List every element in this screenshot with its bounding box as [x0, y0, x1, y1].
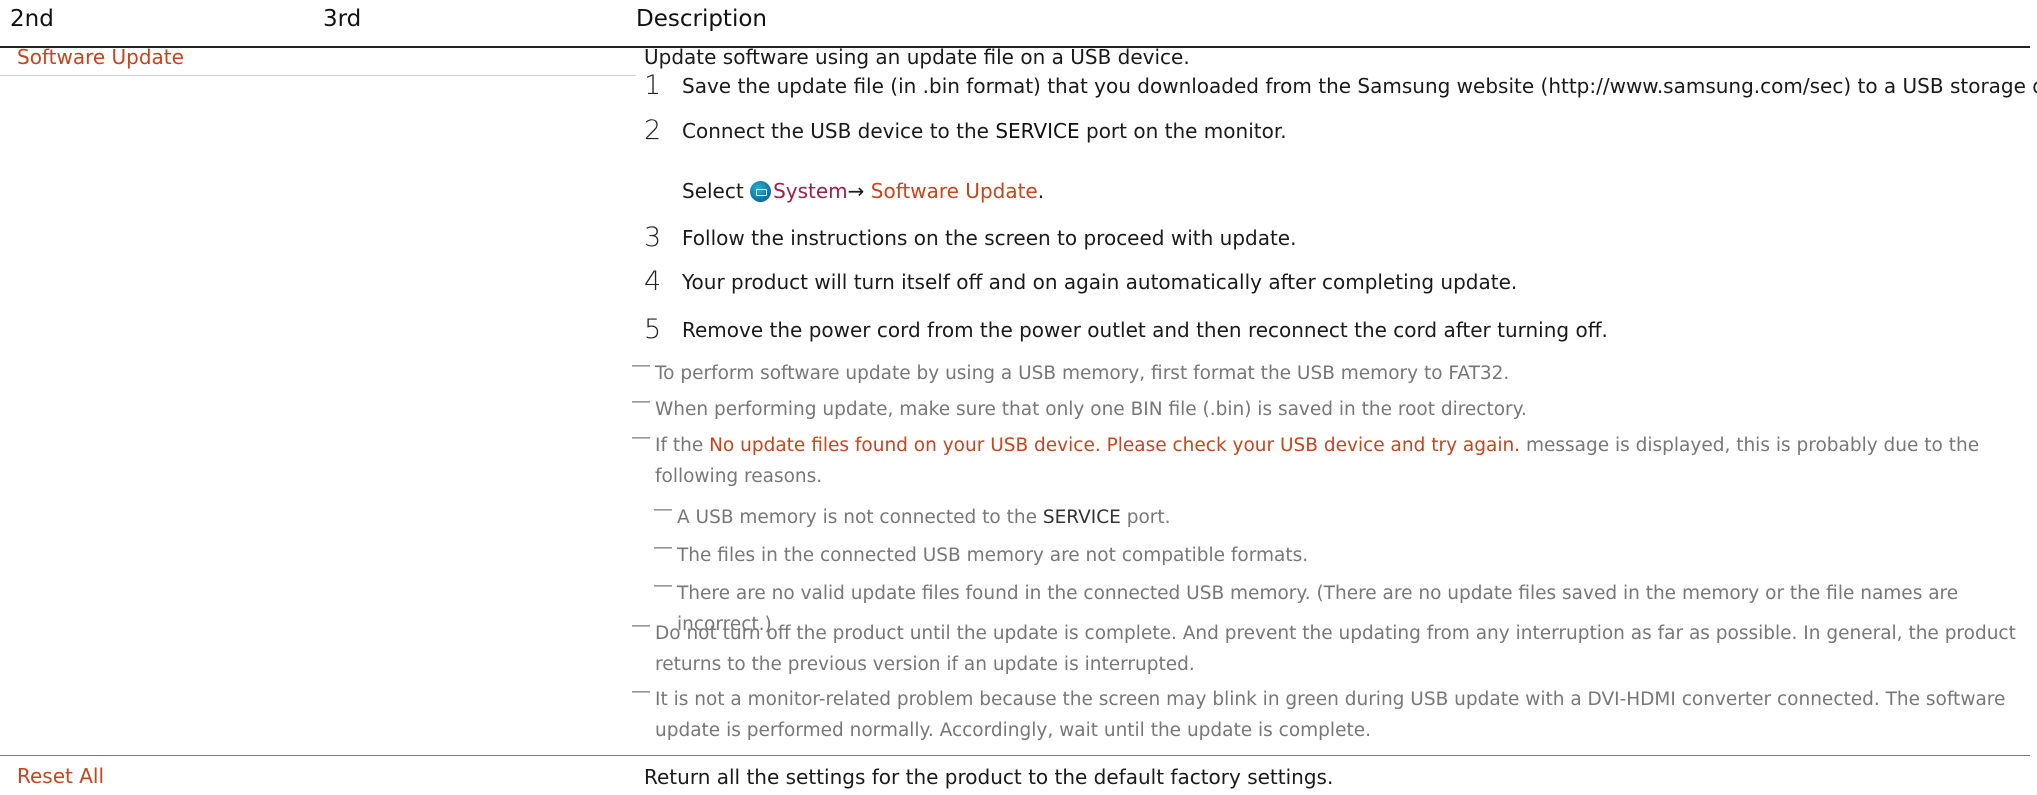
note-dash-icon: ―	[632, 391, 650, 412]
note-no-update-files: ― If the No update files found on your U…	[632, 427, 2024, 492]
note-bin-file: ― When performing update, make sure that…	[632, 391, 2024, 425]
cell-3rd	[323, 48, 636, 76]
note-dash-icon: ―	[632, 355, 650, 376]
system-menu-link[interactable]: System	[773, 179, 848, 203]
column-header-description: Description	[636, 6, 767, 32]
note-reason-not-connected: ― A USB memory is not connected to the S…	[654, 499, 2024, 533]
note-fat32: ― To perform software update by using a …	[632, 355, 2024, 389]
step-number: 5	[644, 314, 662, 345]
service-port-label: SERVICE	[1042, 507, 1121, 528]
step-text: Follow the instructions on the screen to…	[682, 226, 1297, 250]
note-dash-icon: ―	[654, 575, 672, 596]
software-update-menu-link[interactable]: Software Update	[871, 179, 1038, 203]
table-header: 2nd 3rd Description	[0, 0, 2030, 48]
note-reason-incompatible: ― The files in the connected USB memory …	[654, 537, 2024, 571]
step-text: Save the update file (in .bin format) th…	[682, 74, 2037, 98]
note-screen-blink: ― It is not a monitor-related problem be…	[632, 681, 2024, 746]
select-path-line: Select System→ Software Update.	[682, 179, 1045, 203]
note-dash-icon: ―	[632, 615, 650, 636]
error-message-text: No update files found on your USB device…	[709, 435, 1521, 456]
step-text: Connect the USB device to the SERVICE po…	[682, 119, 1287, 143]
step-number: 1	[644, 70, 662, 101]
service-port-label: SERVICE	[995, 119, 1080, 143]
step-text: Remove the power cord from the power out…	[682, 318, 1608, 342]
system-settings-icon	[750, 181, 772, 202]
column-header-2nd: 2nd	[10, 6, 54, 32]
table-row-reset-all: Reset All Return all the settings for th…	[0, 757, 2030, 795]
note-do-not-turn-off: ― Do not turn off the product until the …	[632, 615, 2024, 680]
note-dash-icon: ―	[632, 681, 650, 702]
cell-2nd: Software Update	[0, 45, 323, 76]
column-header-3rd: 3rd	[323, 6, 362, 32]
table-row-software-update: Software Update Update software using an…	[0, 45, 2037, 756]
menu-item-reset-all[interactable]: Reset All	[17, 764, 104, 788]
step-number: 2	[644, 115, 662, 146]
step-text: Your product will turn itself off and on…	[682, 270, 1518, 294]
software-update-intro: Update software using an update file on …	[644, 45, 1190, 69]
description-cell: Update software using an update file on …	[632, 45, 2037, 755]
step-number: 4	[644, 266, 662, 297]
note-dash-icon: ―	[654, 537, 672, 558]
step-number: 3	[644, 222, 662, 253]
note-dash-icon: ―	[632, 427, 650, 448]
reset-all-description: Return all the settings for the product …	[644, 765, 1334, 789]
menu-item-software-update[interactable]: Software Update	[17, 45, 184, 69]
note-dash-icon: ―	[654, 499, 672, 520]
